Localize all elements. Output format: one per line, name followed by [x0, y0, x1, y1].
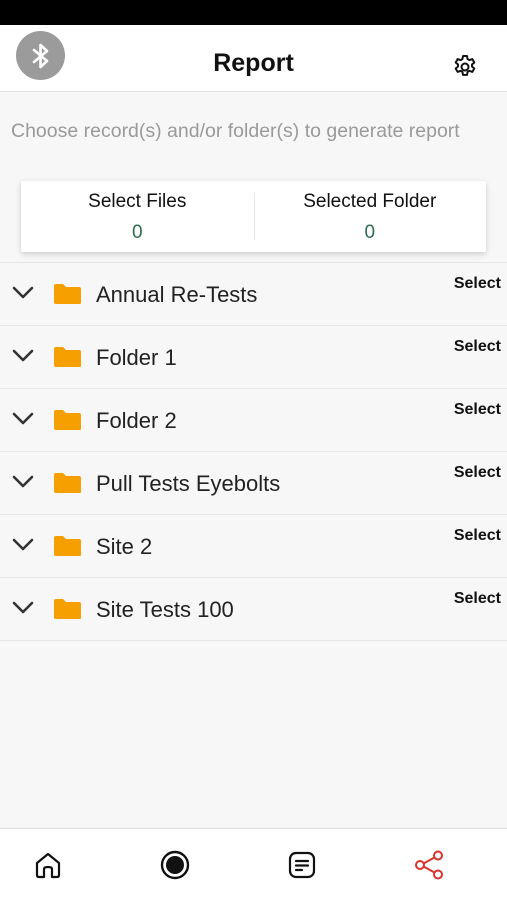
folder-icon [54, 473, 81, 493]
record-icon [160, 850, 190, 880]
folder-list: Annual Re-Tests Select Folder 1 Select F… [0, 262, 507, 641]
select-button[interactable]: Select [454, 338, 501, 356]
selected-folder-count: 0 [364, 222, 376, 243]
folder-row[interactable]: Pull Tests Eyebolts Select [0, 452, 507, 515]
share-icon [415, 850, 443, 880]
folder-icon [54, 536, 81, 556]
gear-icon [454, 55, 476, 76]
chevron-down-icon[interactable] [12, 348, 34, 364]
chevron-down-icon[interactable] [12, 600, 34, 616]
folder-icon [54, 599, 81, 619]
chevron-down-icon[interactable] [12, 411, 34, 427]
app-header: Report [0, 25, 507, 92]
nav-home-button[interactable] [30, 847, 66, 883]
folder-name: Folder 2 [96, 408, 177, 433]
select-button[interactable]: Select [454, 590, 501, 608]
chevron-down-icon[interactable] [12, 285, 34, 301]
selected-files-summary[interactable]: Select Files 0 [21, 181, 254, 252]
document-icon [288, 851, 316, 879]
bottom-nav [0, 828, 507, 901]
chevron-down-icon[interactable] [12, 537, 34, 553]
select-button[interactable]: Select [454, 464, 501, 482]
selection-summary-card: Select Files 0 Selected Folder 0 [21, 181, 486, 252]
folder-row[interactable]: Site 2 Select [0, 515, 507, 578]
folder-icon [54, 284, 81, 304]
chevron-down-icon[interactable] [12, 474, 34, 490]
selected-files-count: 0 [131, 222, 143, 243]
folder-row[interactable]: Site Tests 100 Select [0, 578, 507, 641]
folder-name: Site Tests 100 [96, 597, 234, 622]
page-title: Report [213, 49, 294, 77]
instructions-text: Choose record(s) and/or folder(s) to gen… [11, 120, 460, 142]
folder-name: Pull Tests Eyebolts [96, 471, 281, 496]
folder-row[interactable]: Annual Re-Tests Select [0, 263, 507, 326]
selected-folder-label: Selected Folder [303, 191, 437, 212]
folder-icon [54, 410, 81, 430]
nav-records-button[interactable] [284, 847, 320, 883]
select-button[interactable]: Select [454, 527, 501, 545]
select-button[interactable]: Select [454, 275, 501, 293]
folder-row[interactable]: Folder 2 Select [0, 389, 507, 452]
folder-name: Folder 1 [96, 345, 177, 370]
status-bar [0, 0, 507, 25]
folder-name: Annual Re-Tests [96, 282, 258, 307]
nav-report-button[interactable] [411, 847, 447, 883]
home-icon [35, 852, 61, 879]
selected-folder-summary[interactable]: Selected Folder 0 [254, 181, 487, 252]
settings-button[interactable] [449, 51, 481, 83]
folder-row[interactable]: Folder 1 Select [0, 326, 507, 389]
select-button[interactable]: Select [454, 401, 501, 419]
folder-name: Site 2 [96, 534, 153, 559]
select-files-label: Select Files [88, 191, 187, 212]
nav-record-button[interactable] [157, 847, 193, 883]
folder-icon [54, 347, 81, 367]
